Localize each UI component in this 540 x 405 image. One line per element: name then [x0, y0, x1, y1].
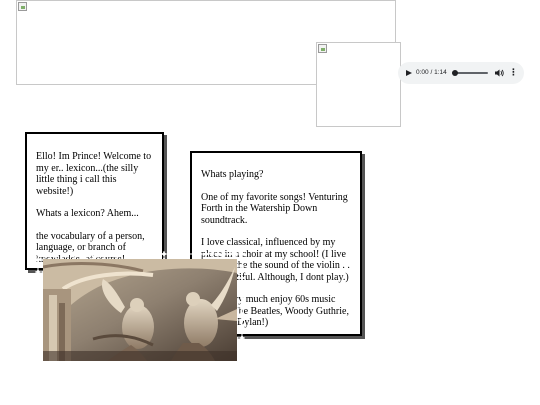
stamp-photo — [43, 259, 237, 361]
broken-image-icon — [318, 44, 327, 53]
audio-seek-bar[interactable] — [452, 70, 488, 76]
broken-image-icon — [18, 2, 27, 11]
whats-playing-heading: Whats playing? — [201, 169, 264, 180]
audio-player[interactable]: 0:00 / 1:14 ⋮ — [398, 62, 524, 84]
volume-icon[interactable] — [494, 68, 504, 78]
audio-time: 0:00 / 1:14 — [416, 69, 447, 76]
seek-thumb[interactable] — [452, 70, 458, 76]
angel-sculpture-image — [43, 259, 237, 361]
lexicon-question: Whats a lexicon? Ahem... — [36, 208, 139, 219]
welcome-box: Ello! Im Prince! Welcome to my er.. lexi… — [25, 132, 164, 270]
play-icon[interactable] — [406, 69, 412, 76]
more-vert-icon[interactable]: ⋮ — [509, 67, 518, 77]
side-image — [316, 42, 401, 127]
favorite-song-text: One of my favorite songs! Venturing Fort… — [201, 191, 348, 226]
welcome-text: Ello! Im Prince! Welcome to my er.. lexi… — [36, 151, 152, 197]
